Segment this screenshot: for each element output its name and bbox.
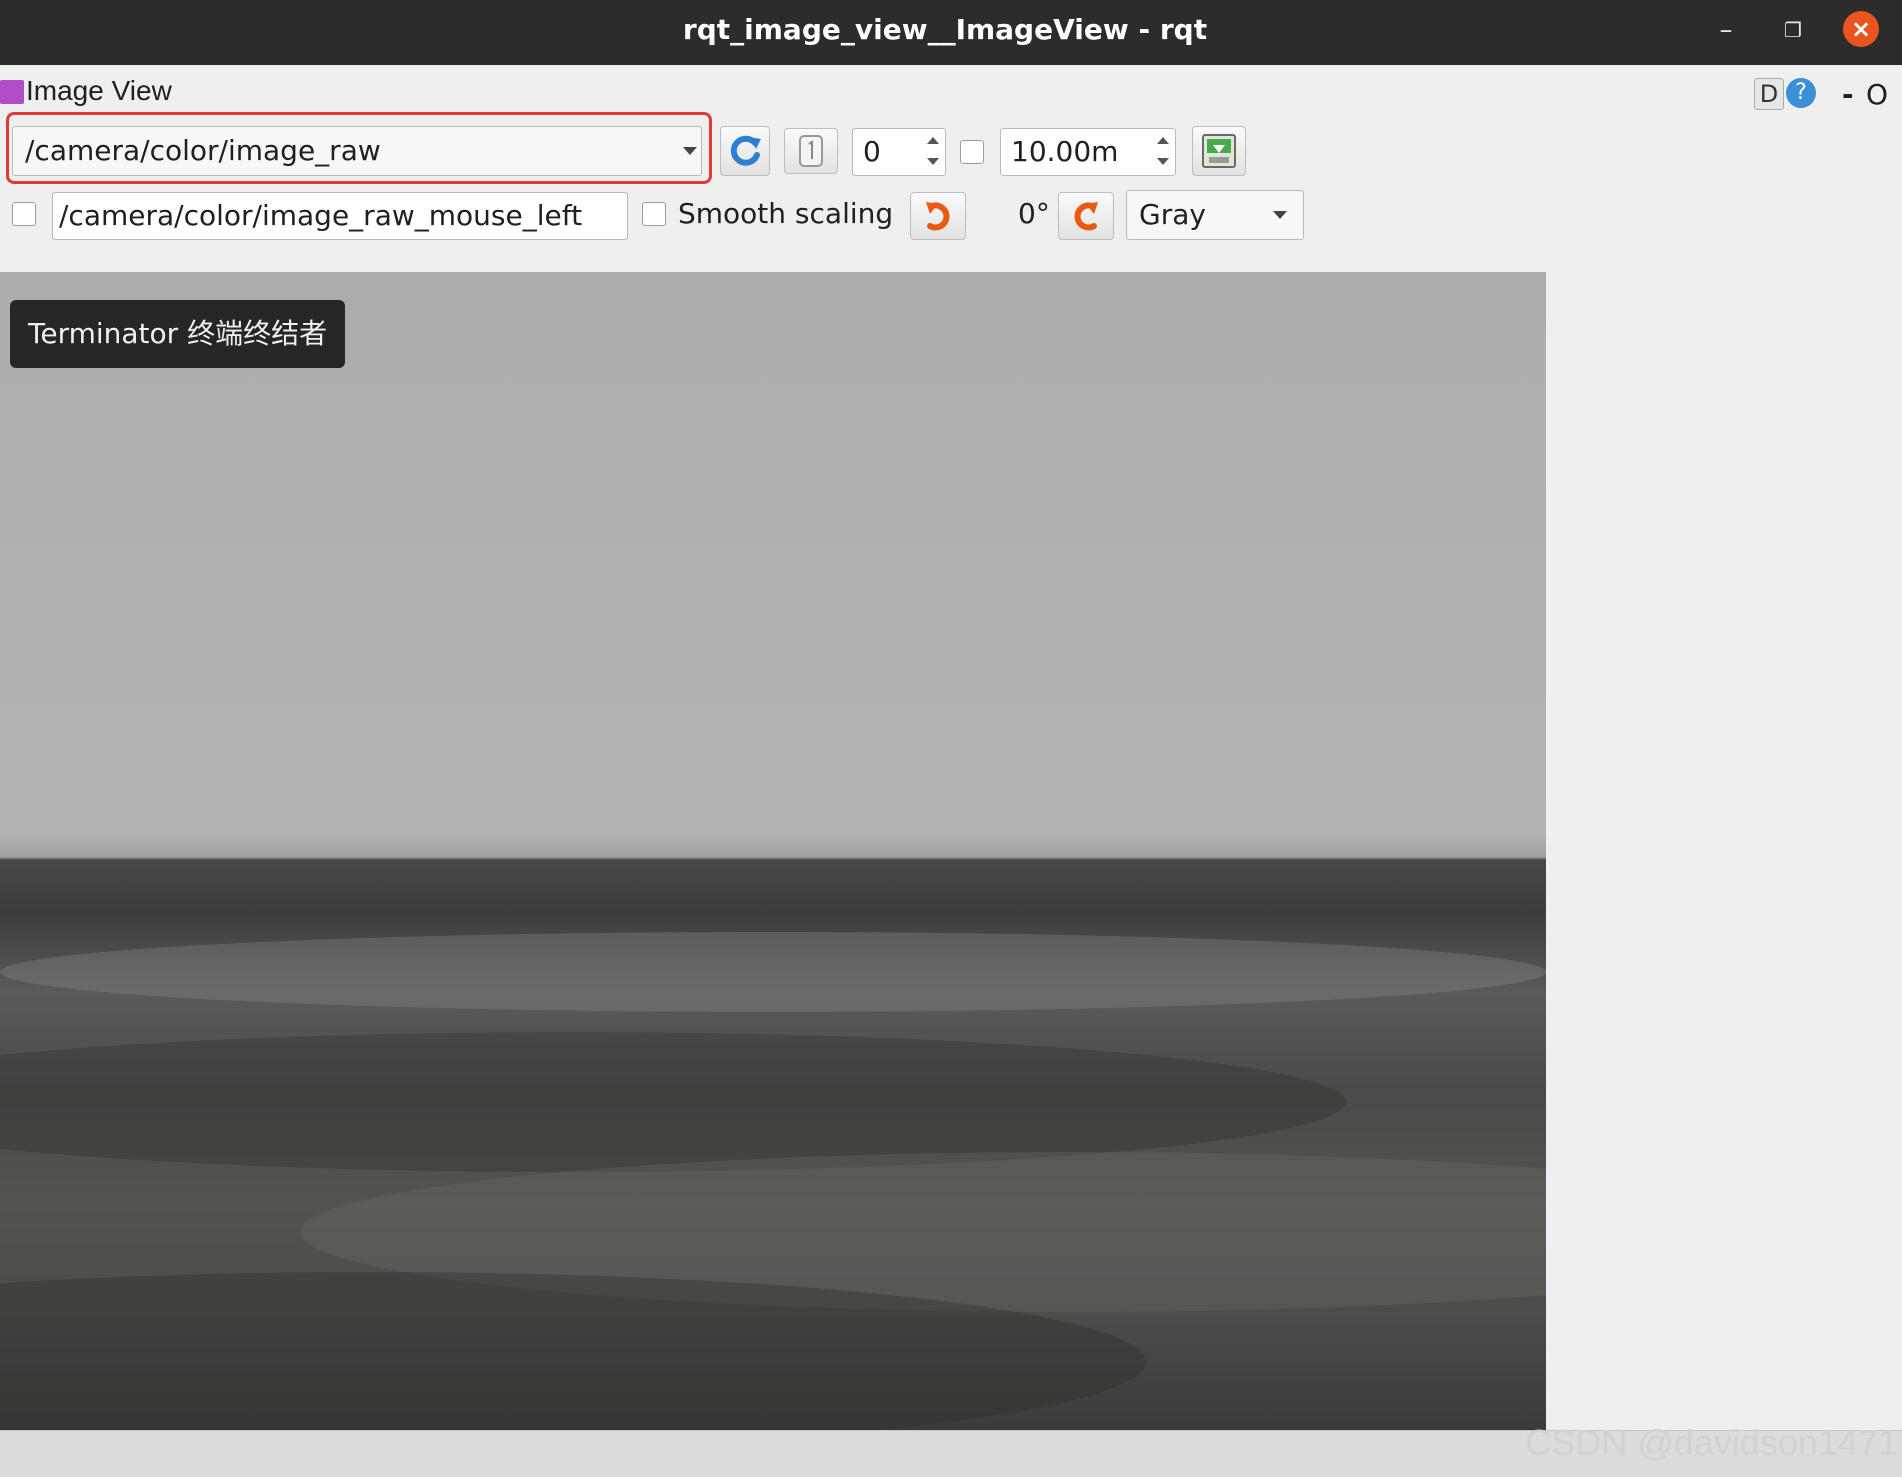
refresh-button[interactable] xyxy=(720,126,770,176)
taskbar-tooltip: Terminator 终端终结者 xyxy=(10,300,346,368)
help-icon[interactable]: ? xyxy=(1786,78,1816,108)
plugin-minimize-button[interactable]: - xyxy=(1842,78,1854,111)
arrow-down-icon xyxy=(1157,158,1169,165)
arrow-up-icon xyxy=(1157,137,1169,144)
smooth-scaling-checkbox[interactable] xyxy=(642,202,666,226)
zoom-one-icon xyxy=(799,135,823,167)
rotate-left-icon xyxy=(926,202,950,231)
max-range-checkbox[interactable] xyxy=(960,140,984,164)
plugin-close-button[interactable]: O xyxy=(1866,78,1888,111)
smooth-scaling-label: Smooth scaling xyxy=(678,197,894,230)
close-button[interactable]: × xyxy=(1843,11,1879,47)
watermark: CSDN @davidson1471 xyxy=(1525,1422,1898,1463)
plugin-d-button[interactable]: D xyxy=(1754,78,1784,110)
chevron-down-icon xyxy=(1273,211,1287,219)
topic-highlight-box xyxy=(6,112,712,184)
rotate-right-icon xyxy=(1074,202,1098,231)
arrow-down-icon xyxy=(927,158,939,165)
mouse-topic-value: /camera/color/image_raw_mouse_left xyxy=(59,199,583,232)
frame-spinbox[interactable]: 0 xyxy=(852,128,946,176)
ground-texture xyxy=(0,1032,1346,1172)
rotate-left-button[interactable] xyxy=(910,192,966,240)
color-scheme-combobox[interactable]: Gray xyxy=(1126,190,1304,240)
color-scheme-value: Gray xyxy=(1139,198,1206,231)
max-range-spinbox[interactable]: 10.00m xyxy=(1000,128,1176,176)
minimize-button[interactable]: – xyxy=(1706,10,1746,50)
plugin-header: Image View xyxy=(0,72,1902,114)
mouse-topic-field[interactable]: /camera/color/image_raw_mouse_left xyxy=(52,192,628,240)
image-viewport[interactable] xyxy=(0,272,1546,1430)
window-titlebar: rqt_image_view__ImageView - rqt – ❐ × xyxy=(0,0,1902,65)
spin-arrows[interactable] xyxy=(1155,133,1171,169)
save-image-icon xyxy=(1202,134,1236,168)
frame-value: 0 xyxy=(863,135,881,168)
arrow-up-icon xyxy=(927,137,939,144)
max-range-value: 10.00m xyxy=(1011,135,1119,168)
spin-arrows[interactable] xyxy=(925,133,941,169)
save-image-button[interactable] xyxy=(1192,126,1246,176)
window-title: rqt_image_view__ImageView - rqt xyxy=(682,13,1208,46)
ground-texture xyxy=(0,932,1546,1012)
image-view-icon xyxy=(0,80,24,104)
zoom-one-button[interactable] xyxy=(784,128,838,174)
rotation-value: 0° xyxy=(1018,197,1050,230)
publish-mouse-checkbox[interactable] xyxy=(12,202,36,226)
rotate-right-button[interactable] xyxy=(1058,192,1114,240)
refresh-icon xyxy=(730,135,761,166)
maximize-button[interactable]: ❐ xyxy=(1773,10,1813,50)
plugin-title: Image View xyxy=(26,75,172,106)
